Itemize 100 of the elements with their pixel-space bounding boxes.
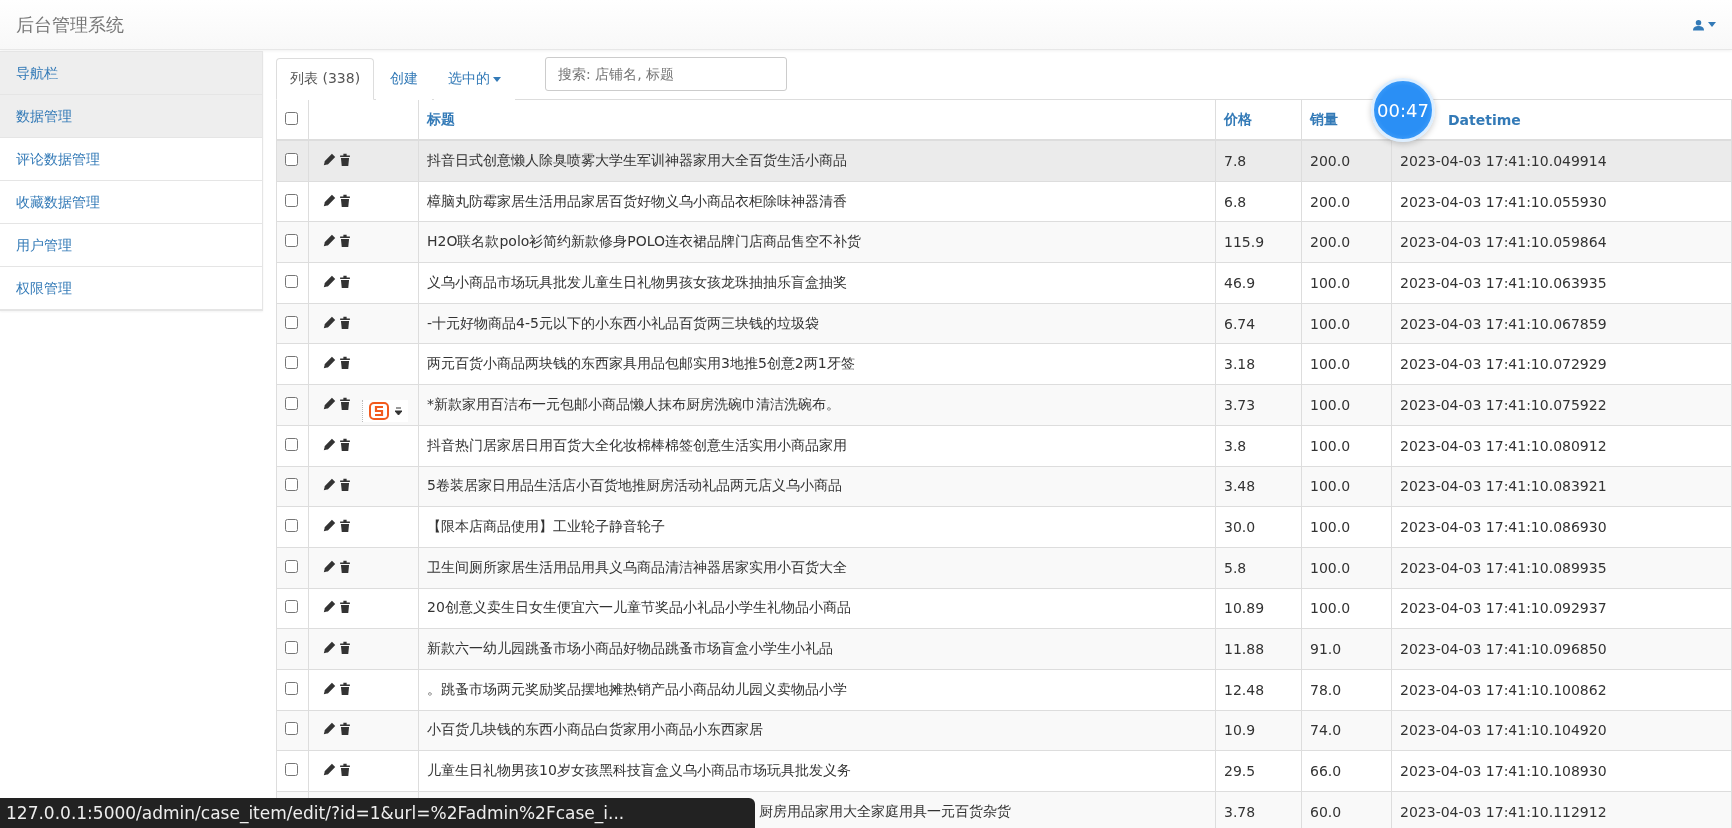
column-header[interactable]: 销量: [1310, 110, 1338, 127]
edit-link[interactable]: [323, 763, 336, 777]
pencil-icon: [323, 437, 336, 451]
pencil-icon: [323, 193, 336, 207]
sidebar-item[interactable]: 评论数据管理: [0, 138, 262, 181]
table-cell: 2023-04-03 17:41:10.072929: [1400, 356, 1607, 373]
row-checkbox[interactable]: [285, 519, 298, 533]
table-cell: 儿童生日礼物男孩10岁女孩黑科技盲盒义乌小商品市场玩具批发义务: [427, 762, 851, 779]
row-checkbox[interactable]: [285, 478, 298, 492]
edit-link[interactable]: [323, 722, 336, 736]
table-cell: 2023-04-03 17:41:10.092937: [1400, 600, 1607, 617]
delete-link[interactable]: [339, 396, 351, 410]
row-checkbox[interactable]: [285, 763, 298, 777]
column-header[interactable]: 标题: [427, 110, 455, 127]
sidebar-item[interactable]: 收藏数据管理: [0, 181, 262, 224]
pencil-icon: [323, 600, 336, 614]
table-cell: 10.89: [1224, 600, 1265, 617]
table-cell: 樟脑丸防霉家居生活用品家居百货好物义乌小商品衣柜除味神器清香: [427, 192, 847, 209]
edit-link[interactable]: [323, 274, 336, 288]
table-cell: 6.8: [1224, 193, 1247, 210]
trash-icon: [339, 152, 351, 166]
table-cell: 2023-04-03 17:41:10.080912: [1400, 437, 1607, 454]
pencil-icon: [323, 478, 336, 492]
pencil-icon: [323, 274, 336, 288]
table-cell: 100.0: [1310, 274, 1351, 291]
table-cell: 抖音日式创意懒人除臭喷雾大学生军训神器家用大全百货生活小商品: [427, 151, 847, 168]
pencil-icon: [323, 356, 336, 370]
sidebar-item[interactable]: 权限管理: [0, 267, 262, 310]
trash-icon: [339, 315, 351, 329]
row-checkbox[interactable]: [285, 396, 298, 410]
user-icon: [1693, 18, 1704, 31]
row-checkbox[interactable]: [285, 641, 298, 655]
edit-link[interactable]: [323, 641, 336, 655]
delete-link[interactable]: [339, 722, 351, 736]
sidebar-item[interactable]: 数据管理: [0, 95, 262, 138]
table-cell: 10.9: [1224, 722, 1256, 739]
ime-logo-icon: [369, 402, 389, 420]
delete-link[interactable]: [339, 641, 351, 655]
delete-link[interactable]: [339, 600, 351, 614]
delete-link[interactable]: [339, 234, 351, 248]
table-cell: 3.8: [1224, 437, 1247, 454]
table-cell: -十元好物商品4-5元以下的小东西小礼品百货两三块钱的垃圾袋: [427, 314, 819, 331]
row-checkbox[interactable]: [285, 600, 298, 614]
table-cell: 2023-04-03 17:41:10.108930: [1400, 763, 1607, 780]
table-cell: 11.88: [1224, 641, 1265, 658]
edit-link[interactable]: [323, 519, 336, 533]
row-checkbox[interactable]: [285, 152, 298, 166]
delete-link[interactable]: [339, 315, 351, 329]
search-field[interactable]: 搜索: 店铺名, 标题: [545, 57, 788, 91]
delete-link[interactable]: [339, 763, 351, 777]
user-menu-button[interactable]: [1693, 18, 1716, 31]
delete-link[interactable]: [339, 478, 351, 492]
select-all-checkbox[interactable]: [285, 111, 298, 125]
trash-icon: [339, 193, 351, 207]
table-cell: 厨房用品家用大全家庭用具一元百货杂货: [759, 802, 1011, 819]
edit-link[interactable]: [323, 356, 336, 370]
app-title: 后台管理系统: [16, 12, 124, 37]
delete-link[interactable]: [339, 519, 351, 533]
delete-link[interactable]: [339, 356, 351, 370]
column-header[interactable]: Datetime: [1448, 111, 1521, 128]
edit-link[interactable]: [323, 600, 336, 614]
edit-link[interactable]: [323, 437, 336, 451]
edit-link[interactable]: [323, 396, 336, 410]
table-cell: 3.73: [1224, 396, 1256, 413]
row-checkbox[interactable]: [285, 356, 298, 370]
edit-link[interactable]: [323, 234, 336, 248]
table-cell: 100.0: [1310, 519, 1351, 536]
delete-link[interactable]: [339, 274, 351, 288]
table-cell: 2023-04-03 17:41:10.104920: [1400, 722, 1607, 739]
tab[interactable]: 列表 (338): [276, 58, 375, 100]
trash-icon: [339, 600, 351, 614]
edit-link[interactable]: [323, 681, 336, 695]
table-cell: 100.0: [1310, 315, 1351, 332]
table-cell: 20创意义卖生日女生便宜六一儿童节奖品小礼品小学生礼物品小商品: [427, 599, 851, 616]
edit-link[interactable]: [323, 152, 336, 166]
row-checkbox[interactable]: [285, 722, 298, 736]
delete-link[interactable]: [339, 559, 351, 573]
delete-link[interactable]: [339, 152, 351, 166]
delete-link[interactable]: [339, 193, 351, 207]
row-checkbox[interactable]: [285, 681, 298, 695]
row-checkbox[interactable]: [285, 559, 298, 573]
edit-link[interactable]: [323, 315, 336, 329]
delete-link[interactable]: [339, 681, 351, 695]
row-checkbox[interactable]: [285, 437, 298, 451]
pencil-icon: [323, 763, 336, 777]
row-checkbox[interactable]: [285, 234, 298, 248]
edit-link[interactable]: [323, 193, 336, 207]
delete-link[interactable]: [339, 437, 351, 451]
row-checkbox[interactable]: [285, 315, 298, 329]
table-cell: 2023-04-03 17:41:10.096850: [1400, 641, 1607, 658]
sidebar-title: 导航栏: [0, 52, 262, 95]
trash-icon: [339, 234, 351, 248]
edit-link[interactable]: [323, 559, 336, 573]
caret-icon: [1708, 22, 1716, 27]
row-checkbox[interactable]: [285, 274, 298, 288]
edit-link[interactable]: [323, 478, 336, 492]
column-header[interactable]: 价格: [1224, 110, 1252, 127]
table-cell: 2023-04-03 17:41:10.089935: [1400, 559, 1607, 576]
row-checkbox[interactable]: [285, 193, 298, 207]
sidebar-item[interactable]: 用户管理: [0, 224, 262, 267]
